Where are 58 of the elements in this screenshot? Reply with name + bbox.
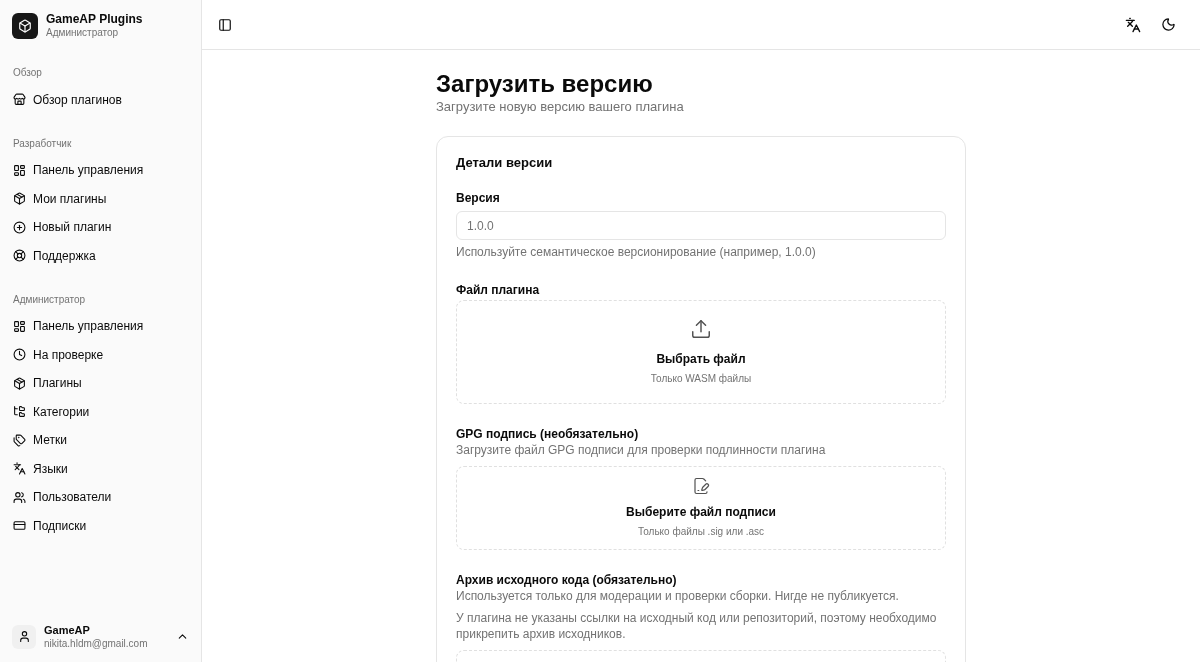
sidebar-item[interactable]: Мои плагины — [8, 184, 193, 213]
user-icon — [17, 630, 31, 644]
field-label: Файл плагина — [456, 282, 541, 298]
sidebar-item[interactable]: Плагины — [8, 369, 193, 398]
field-description: У плагина не указаны ссылки на исходный код или репозиторий, поэтому необходимо прикрепить архив исходников. — [456, 610, 938, 642]
cube-icon — [18, 18, 32, 33]
dropzone-title: Выбрать файл — [656, 351, 746, 368]
sidebar-item[interactable]: Категории — [8, 397, 193, 426]
lifebuoy-icon — [13, 249, 26, 263]
card-title: Детали версии — [456, 155, 554, 171]
package-icon — [13, 192, 26, 206]
section-heading: Администратор — [12, 292, 87, 307]
page-title: Загрузить версию — [436, 70, 654, 98]
store-icon — [13, 93, 26, 107]
sidebar-item[interactable]: Панель управления — [8, 156, 193, 185]
package-icon — [13, 376, 26, 390]
sidebar-toggle-icon[interactable] — [218, 17, 232, 32]
dark-mode-icon[interactable] — [1161, 17, 1176, 32]
field-label: GPG подпись (необязательно) — [456, 426, 640, 442]
file-dropzone[interactable]: Выберите файл подписи Только файлы .sig или .asc — [456, 466, 946, 550]
plus-circle-icon — [13, 220, 26, 234]
field-description: Загрузите файл GPG подписи для проверки подлинности плагина — [456, 442, 827, 458]
field-hint: Используйте семантическое версионирование (например, 1.0.0) — [456, 244, 817, 260]
dropzone-hint: Только WASM файлы — [650, 372, 752, 386]
upload-icon — [690, 318, 712, 340]
section-heading: Обзор — [12, 66, 43, 80]
user-email: nikita.hldm@gmail.com — [44, 637, 149, 650]
app-role: Администратор — [46, 27, 120, 40]
dropzone-title: Выберите файл подписи — [626, 504, 776, 521]
users-icon — [13, 490, 26, 504]
field-label: Версия — [456, 190, 501, 206]
section-heading: Разработчик — [12, 136, 73, 151]
field-description: Используется только для модерации и проверки сборки. Нигде не публикуется. — [456, 588, 900, 604]
card-icon — [13, 519, 26, 533]
dashboard-icon — [13, 163, 26, 177]
field-label: Архив исходного кода (обязательно) — [456, 572, 678, 588]
file-dropzone[interactable]: Выбрать файл Только WASM файлы — [456, 300, 946, 404]
sidebar-item[interactable]: Пользователи — [8, 483, 193, 512]
sidebar-item[interactable]: Новый плагин — [8, 213, 193, 242]
translate-icon[interactable] — [1125, 16, 1141, 33]
sidebar-item[interactable]: Метки — [8, 426, 193, 455]
file-pen-icon — [692, 477, 710, 495]
translate-icon — [13, 462, 26, 476]
sidebar-item[interactable]: Подписки — [8, 511, 193, 540]
version-field[interactable]: 1.0.0 — [456, 211, 946, 240]
folder-tree-icon — [13, 405, 26, 419]
dropzone-hint: Только файлы .sig или .asc — [637, 525, 765, 539]
sidebar-item[interactable]: Языки — [8, 454, 193, 483]
clock-icon — [13, 348, 26, 362]
sidebar-item[interactable]: Обзор плагинов — [8, 85, 193, 114]
user-name: GameAP — [44, 623, 91, 638]
sidebar-item[interactable]: Панель управления — [8, 312, 193, 341]
sidebar-item[interactable]: Поддержка — [8, 241, 193, 270]
page-subtitle: Загрузите новую версию вашего плагина — [436, 98, 685, 116]
sidebar-item[interactable]: На проверке — [8, 340, 193, 369]
app-name: GameAP Plugins — [46, 12, 143, 27]
dashboard-icon — [13, 319, 26, 333]
tag-icon — [13, 433, 26, 447]
